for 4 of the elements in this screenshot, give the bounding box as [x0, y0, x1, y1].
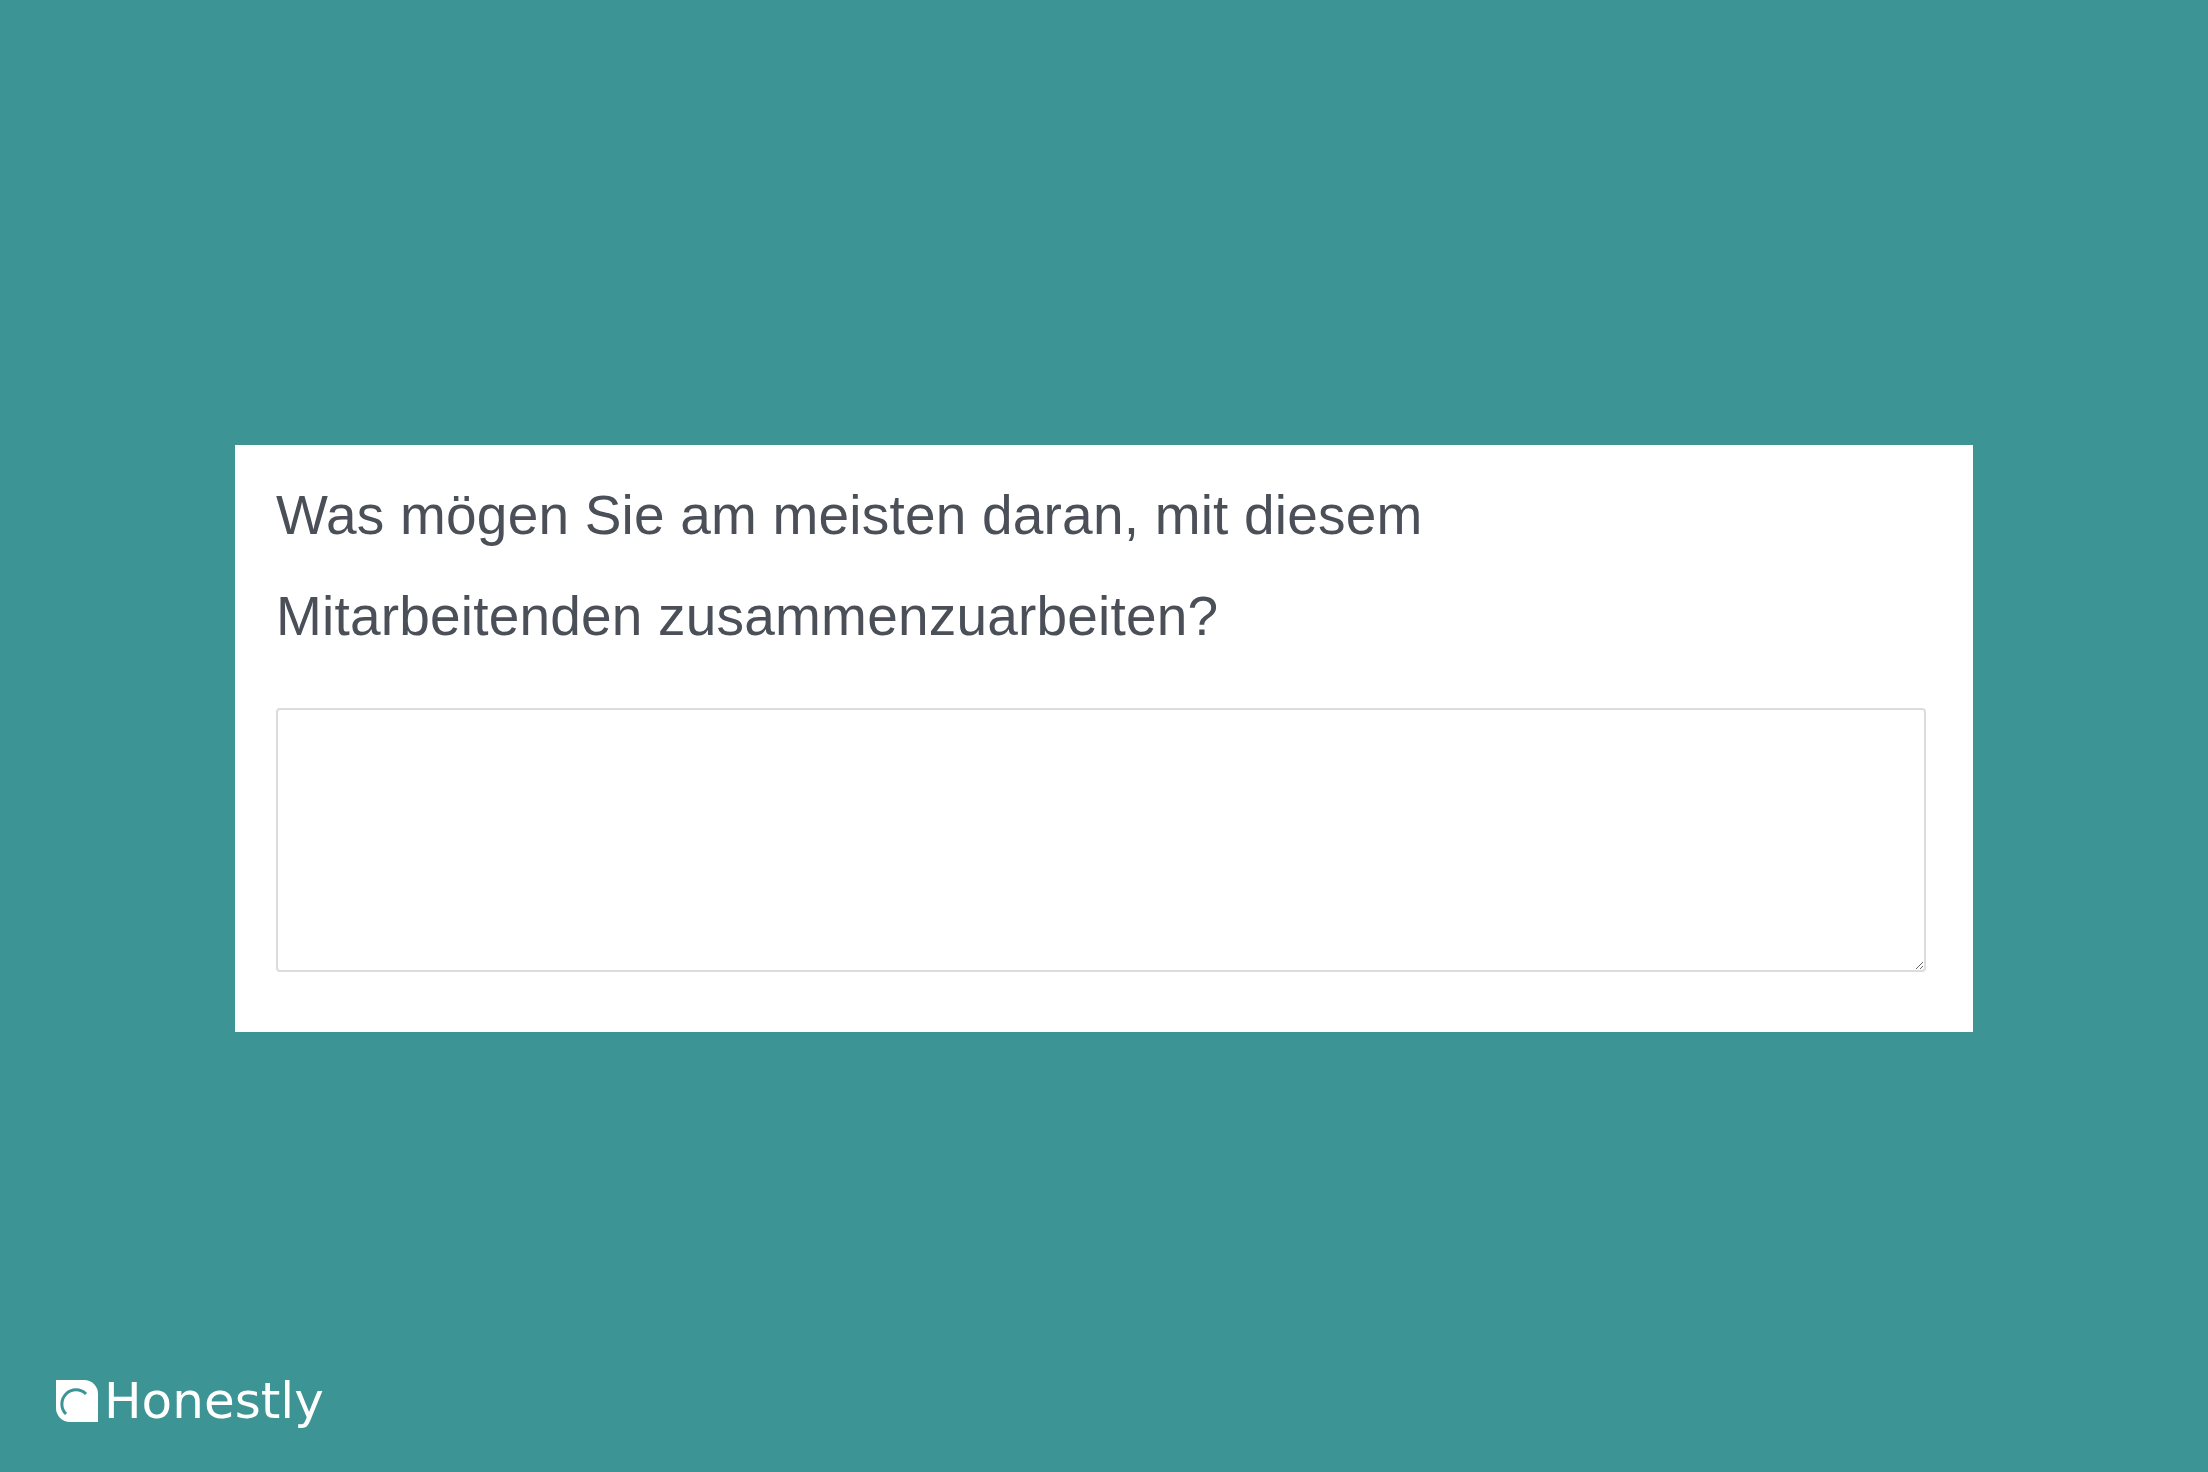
logo-text: Honestly — [104, 1376, 324, 1426]
question-text: Was mögen Sie am meisten daran, mit diesem Mitarbeitenden zusammenzuarbeiten? — [276, 483, 1424, 649]
logo-icon — [56, 1380, 98, 1422]
answer-field[interactable] — [276, 708, 1926, 972]
